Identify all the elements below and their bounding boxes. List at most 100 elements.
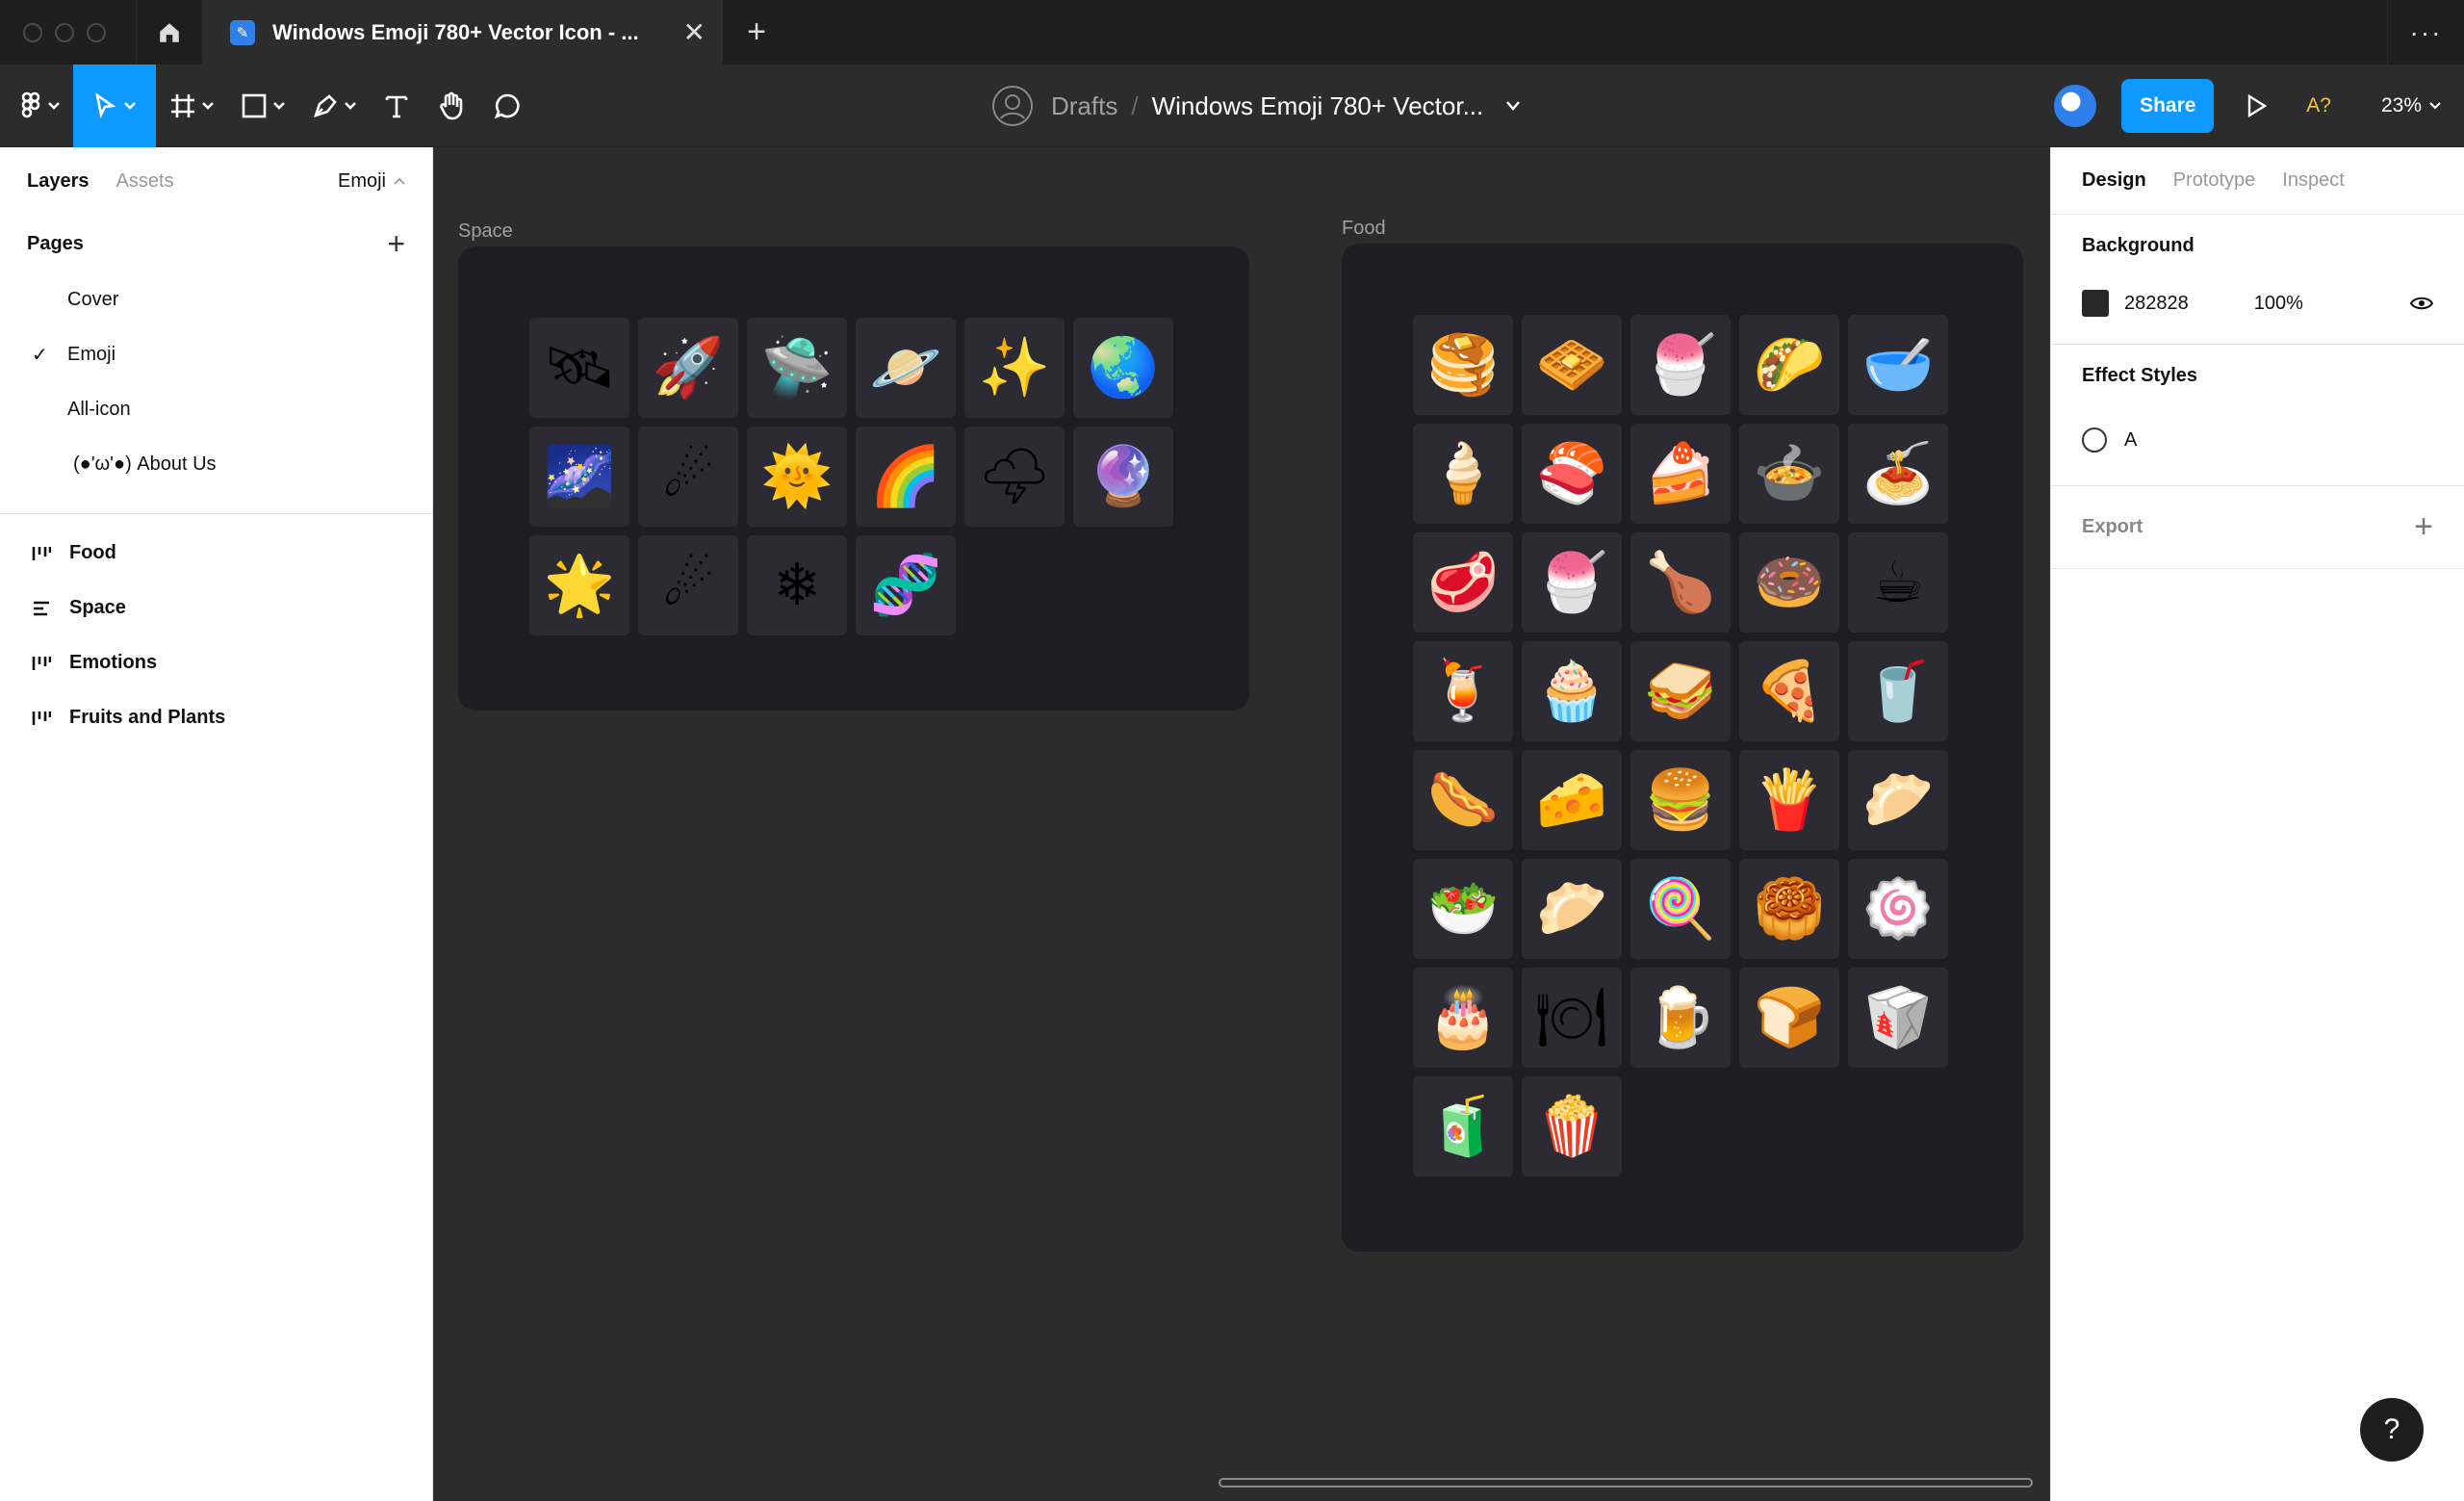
main-menu-button[interactable] <box>0 65 73 147</box>
emoji-cell[interactable]: ☄ <box>638 535 738 635</box>
emoji-cell[interactable]: 🧇 <box>1522 315 1622 415</box>
emoji-cell[interactable]: 🧬 <box>856 535 956 635</box>
frame-space[interactable]: 🛰 🚀 🛸 🪐 ✨ 🌏 🌌 ☄ 🌞 🌈 🌩 🔮 🌟 ☄ ❄ 🧬 <box>458 246 1249 711</box>
add-export-icon[interactable]: + <box>2414 508 2433 546</box>
emoji-cell[interactable]: 🪐 <box>856 318 956 418</box>
horizontal-scrollbar[interactable] <box>1219 1478 2033 1488</box>
file-name[interactable]: Windows Emoji 780+ Vector... <box>1152 91 1484 121</box>
emoji-cell[interactable]: ☄ <box>638 427 738 527</box>
effect-style-item[interactable]: A <box>2082 406 2433 474</box>
emoji-cell[interactable]: 🥡 <box>1848 968 1948 1068</box>
emoji-cell[interactable]: 🛰 <box>529 318 629 418</box>
text-tool-button[interactable] <box>370 65 424 147</box>
emoji-cell[interactable]: 🍽 <box>1522 968 1622 1068</box>
emoji-cell[interactable]: 🧁 <box>1522 641 1622 741</box>
minimize-window-button[interactable] <box>55 22 74 42</box>
comment-tool-button[interactable] <box>479 65 535 147</box>
close-window-button[interactable] <box>23 22 42 42</box>
background-opacity-input[interactable]: 100% <box>2254 293 2303 315</box>
emoji-cell[interactable]: ☕ <box>1848 532 1948 633</box>
emoji-cell[interactable]: 🥗 <box>1413 859 1513 959</box>
tab-assets[interactable]: Assets <box>116 170 174 193</box>
emoji-cell[interactable]: 🍩 <box>1739 532 1839 633</box>
layer-item-space[interactable]: Space <box>0 581 432 635</box>
emoji-cell[interactable]: 🌞 <box>747 427 847 527</box>
emoji-cell[interactable]: 🥣 <box>1848 315 1948 415</box>
move-tool-button[interactable] <box>73 64 156 147</box>
accessibility-check-button[interactable]: A? <box>2306 94 2331 117</box>
emoji-cell[interactable]: 🍞 <box>1739 968 1839 1068</box>
frame-label-food[interactable]: Food <box>1342 218 1386 240</box>
emoji-cell[interactable]: 🛸 <box>747 318 847 418</box>
emoji-cell[interactable]: 🥟 <box>1848 750 1948 850</box>
tab-layers[interactable]: Layers <box>27 170 90 193</box>
home-button[interactable] <box>136 0 203 65</box>
page-item-about-us[interactable]: (●'ω'●) About Us <box>0 437 432 492</box>
emoji-cell[interactable]: 🍭 <box>1630 859 1731 959</box>
emoji-cell[interactable]: 🥟 <box>1522 859 1622 959</box>
emoji-cell[interactable]: 🍣 <box>1522 424 1622 524</box>
emoji-cell[interactable]: 🍿 <box>1522 1076 1622 1177</box>
emoji-cell[interactable]: 🍟 <box>1739 750 1839 850</box>
add-page-icon[interactable]: + <box>387 226 405 262</box>
emoji-cell[interactable]: 🍦 <box>1413 424 1513 524</box>
emoji-cell[interactable]: 🔮 <box>1073 427 1173 527</box>
tab-inspect[interactable]: Inspect <box>2282 169 2344 192</box>
breadcrumb-drafts-link[interactable]: Drafts <box>1051 91 1117 121</box>
emoji-cell[interactable]: ❄ <box>747 535 847 635</box>
emoji-cell[interactable]: 🍧 <box>1522 532 1622 633</box>
avatar[interactable] <box>2054 85 2097 127</box>
emoji-cell[interactable]: 🌮 <box>1739 315 1839 415</box>
more-options-icon[interactable]: ··· <box>2387 0 2464 65</box>
emoji-cell[interactable]: 🌟 <box>529 535 629 635</box>
page-item-emoji[interactable]: ✓ Emoji <box>0 327 432 382</box>
emoji-cell[interactable]: 🍗 <box>1630 532 1731 633</box>
emoji-cell[interactable]: 🥩 <box>1413 532 1513 633</box>
chevron-down-icon[interactable] <box>1506 101 1521 111</box>
share-button[interactable]: Share <box>2121 79 2215 133</box>
pen-tool-button[interactable] <box>298 65 370 147</box>
maximize-window-button[interactable] <box>87 22 106 42</box>
emoji-cell[interactable]: 🧃 <box>1413 1076 1513 1177</box>
emoji-cell[interactable]: 🍕 <box>1739 641 1839 741</box>
layer-item-food[interactable]: Food <box>0 526 432 581</box>
layer-item-fruits-and-plants[interactable]: Fruits and Plants <box>0 690 432 745</box>
emoji-cell[interactable]: 🍧 <box>1630 315 1731 415</box>
emoji-cell[interactable]: 🌏 <box>1073 318 1173 418</box>
emoji-cell[interactable]: ✨ <box>964 318 1065 418</box>
emoji-cell[interactable]: 🍰 <box>1630 424 1731 524</box>
page-item-all-icon[interactable]: All-icon <box>0 382 432 437</box>
tab-prototype[interactable]: Prototype <box>2173 169 2256 192</box>
emoji-cell[interactable]: 🌩 <box>964 427 1065 527</box>
emoji-cell[interactable]: 🍥 <box>1848 859 1948 959</box>
emoji-cell[interactable]: 🌌 <box>529 427 629 527</box>
emoji-cell[interactable]: 🎂 <box>1413 968 1513 1068</box>
emoji-cell[interactable]: 🥞 <box>1413 315 1513 415</box>
page-picker[interactable]: Emoji <box>338 170 405 193</box>
hand-tool-button[interactable] <box>424 65 479 147</box>
zoom-dropdown[interactable]: 23% <box>2381 94 2441 117</box>
frame-label-space[interactable]: Space <box>458 220 513 243</box>
frame-tool-button[interactable] <box>156 65 227 147</box>
new-tab-button[interactable]: + <box>723 0 790 65</box>
emoji-cell[interactable]: 🥮 <box>1739 859 1839 959</box>
emoji-cell[interactable]: 🌭 <box>1413 750 1513 850</box>
color-swatch[interactable] <box>2082 290 2109 317</box>
help-button[interactable]: ? <box>2360 1398 2424 1462</box>
layer-item-emotions[interactable]: Emotions <box>0 635 432 690</box>
eye-icon[interactable] <box>2410 296 2433 311</box>
close-tab-icon[interactable]: ✕ <box>683 16 706 48</box>
file-tab[interactable]: ✎ Windows Emoji 780+ Vector Icon - ... ✕ <box>203 0 723 65</box>
emoji-cell[interactable]: 🍹 <box>1413 641 1513 741</box>
canvas[interactable]: Space 🛰 🚀 🛸 🪐 ✨ 🌏 🌌 ☄ 🌞 🌈 🌩 🔮 🌟 ☄ ❄ 🧬 Food 🥞 🧇 🍧 🌮 🥣 🍦 🍣 🍰 🍲 🍝 🥩 🍧… <box>433 147 2050 1501</box>
tab-design[interactable]: Design <box>2082 169 2146 192</box>
page-item-cover[interactable]: Cover <box>0 272 432 327</box>
emoji-cell[interactable]: 🍺 <box>1630 968 1731 1068</box>
emoji-cell[interactable]: 🧀 <box>1522 750 1622 850</box>
emoji-cell[interactable]: 🥤 <box>1848 641 1948 741</box>
emoji-cell[interactable]: 🥪 <box>1630 641 1731 741</box>
shape-tool-button[interactable] <box>227 65 298 147</box>
emoji-cell[interactable]: 🍔 <box>1630 750 1731 850</box>
emoji-cell[interactable]: 🌈 <box>856 427 956 527</box>
emoji-cell[interactable]: 🍲 <box>1739 424 1839 524</box>
